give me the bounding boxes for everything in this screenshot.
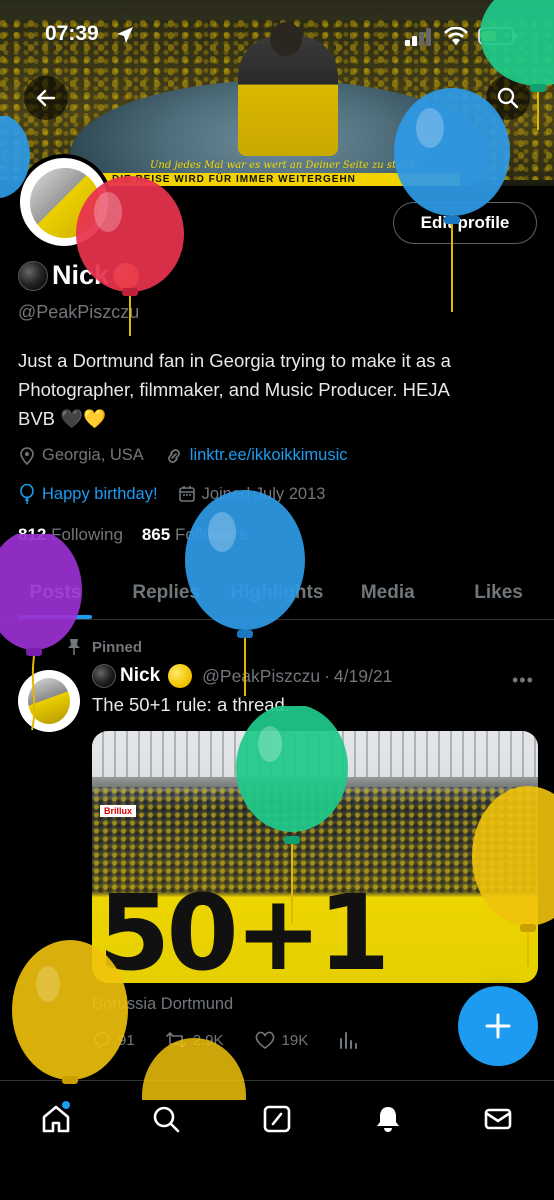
like-count: 19K xyxy=(281,1031,309,1049)
profile-bio: Just a Dortmund fan in Georgia trying to… xyxy=(18,346,538,433)
tab-replies[interactable]: Replies xyxy=(111,566,222,619)
following-link[interactable]: 812 Following xyxy=(18,525,123,544)
reply-count: 91 xyxy=(118,1031,135,1049)
tab-likes[interactable]: Likes xyxy=(443,566,554,619)
battery-icon xyxy=(478,27,517,45)
retweet-icon xyxy=(165,1032,186,1048)
bio-line: Just a Dortmund fan in Georgia trying to… xyxy=(18,350,451,371)
notifications-icon xyxy=(377,1107,399,1132)
pinned-label: Pinned xyxy=(92,638,143,656)
following-label: Following xyxy=(51,525,123,544)
retweet-button[interactable]: 2.9K xyxy=(165,1030,224,1050)
search-icon xyxy=(153,1106,180,1133)
following-count: 812 xyxy=(18,525,47,544)
followers-label: Followers xyxy=(174,525,248,544)
status-time: 07:39 xyxy=(45,22,99,45)
tweet-image-caption: Borussia Dortmund xyxy=(92,995,234,1013)
profile-handle: @PeakPiszczu xyxy=(18,302,140,322)
birthday-label[interactable]: Happy birthday! xyxy=(42,485,158,504)
nav-search[interactable] xyxy=(142,1099,190,1139)
followers-count: 865 xyxy=(141,525,171,544)
status-bar: 07:39 xyxy=(0,0,554,70)
back-button[interactable] xyxy=(24,76,68,120)
yellow-circle-emoji xyxy=(168,664,193,688)
tweet-author-handle[interactable]: @PeakPiszczu xyxy=(202,666,320,687)
reply-button[interactable]: 91 xyxy=(92,1030,135,1050)
nav-notifications[interactable] xyxy=(364,1099,412,1139)
yellow-circle-emoji xyxy=(113,262,140,289)
joined-date: Joined July 2013 xyxy=(201,484,326,503)
profile-meta-row-2: Happy birthday! Joined July 2013 xyxy=(18,484,325,504)
image-banner-text: 50+1 xyxy=(98,872,390,983)
reply-icon xyxy=(94,1032,110,1050)
tweet-separator: · xyxy=(324,665,330,686)
image-ad-board: Brillux xyxy=(100,805,137,817)
location-pin-icon xyxy=(18,446,36,465)
messages-icon xyxy=(484,1108,512,1130)
tab-media[interactable]: Media xyxy=(332,566,443,619)
edit-profile-button[interactable]: Edit profile xyxy=(393,202,537,244)
retweet-count: 2.9K xyxy=(192,1031,224,1049)
tweet-author-name[interactable]: Nick xyxy=(120,665,160,687)
profile-avatar[interactable] xyxy=(16,154,112,250)
tweet-image[interactable]: Brillux 50+1 xyxy=(92,731,538,983)
pinned-indicator: Pinned xyxy=(66,638,142,656)
cellular-signal-icon xyxy=(405,28,431,46)
location-arrow-icon xyxy=(117,27,133,43)
home-notification-dot xyxy=(62,1101,70,1109)
back-arrow-icon xyxy=(36,89,56,107)
search-icon xyxy=(497,87,519,109)
profile-name: Nick xyxy=(52,260,110,290)
nav-home[interactable] xyxy=(32,1099,80,1139)
bottom-navigation xyxy=(0,1080,554,1200)
profile-name-row: Nick xyxy=(18,260,140,291)
analytics-button[interactable] xyxy=(338,1030,358,1050)
search-button[interactable] xyxy=(486,76,530,120)
like-button[interactable]: 19K xyxy=(254,1030,309,1050)
calendar-icon xyxy=(178,485,196,503)
black-circle-emoji xyxy=(92,664,116,688)
pin-icon xyxy=(68,639,80,655)
profile-website-link[interactable]: linktr.ee/ikkoikkimusic xyxy=(190,446,348,465)
banner-strip-text: DIE REISE WIRD FÜR IMMER WEITERGEHN xyxy=(100,173,460,186)
bio-line: Photographer, filmmaker, and Music Produ… xyxy=(18,379,450,400)
profile-meta-row-1: Georgia, USA linktr.ee/ikkoikkimusic xyxy=(18,446,348,465)
stadium-roof xyxy=(92,731,538,777)
more-options-icon[interactable]: ••• xyxy=(512,670,534,691)
tweet-author-avatar[interactable] xyxy=(18,670,80,732)
bio-line: BVB 🖤💛 xyxy=(18,408,107,429)
balloon-icon xyxy=(18,484,36,504)
analytics-icon xyxy=(340,1032,358,1049)
plus-icon xyxy=(485,1013,511,1039)
nav-messages[interactable] xyxy=(474,1099,522,1139)
tweet-text: The 50+1 rule: a thread. xyxy=(92,694,290,715)
profile-location: Georgia, USA xyxy=(42,446,144,464)
link-icon xyxy=(164,447,184,465)
follow-counts: 812 Following 865 Followers xyxy=(18,525,248,545)
nav-compose[interactable] xyxy=(253,1099,301,1139)
heart-icon xyxy=(255,1031,274,1049)
tweet-date[interactable]: 4/19/21 xyxy=(334,666,392,687)
wifi-icon xyxy=(444,27,468,45)
tweet-header: Nick @PeakPiszczu · 4/19/21 xyxy=(92,664,392,688)
black-circle-emoji xyxy=(18,260,48,291)
tweet-actions: 91 2.9K 19K xyxy=(92,1030,502,1050)
followers-link[interactable]: 865 Followers xyxy=(142,525,248,544)
tab-highlights[interactable]: Highlights xyxy=(222,566,333,619)
compose-icon xyxy=(263,1105,291,1133)
tab-posts[interactable]: Posts xyxy=(0,566,111,619)
profile-tabs: Posts Replies Highlights Media Likes xyxy=(0,566,554,620)
compose-fab-button[interactable] xyxy=(458,986,538,1066)
banner-script-text: Und jedes Mal war es wert an Deiner Seit… xyxy=(150,160,415,171)
